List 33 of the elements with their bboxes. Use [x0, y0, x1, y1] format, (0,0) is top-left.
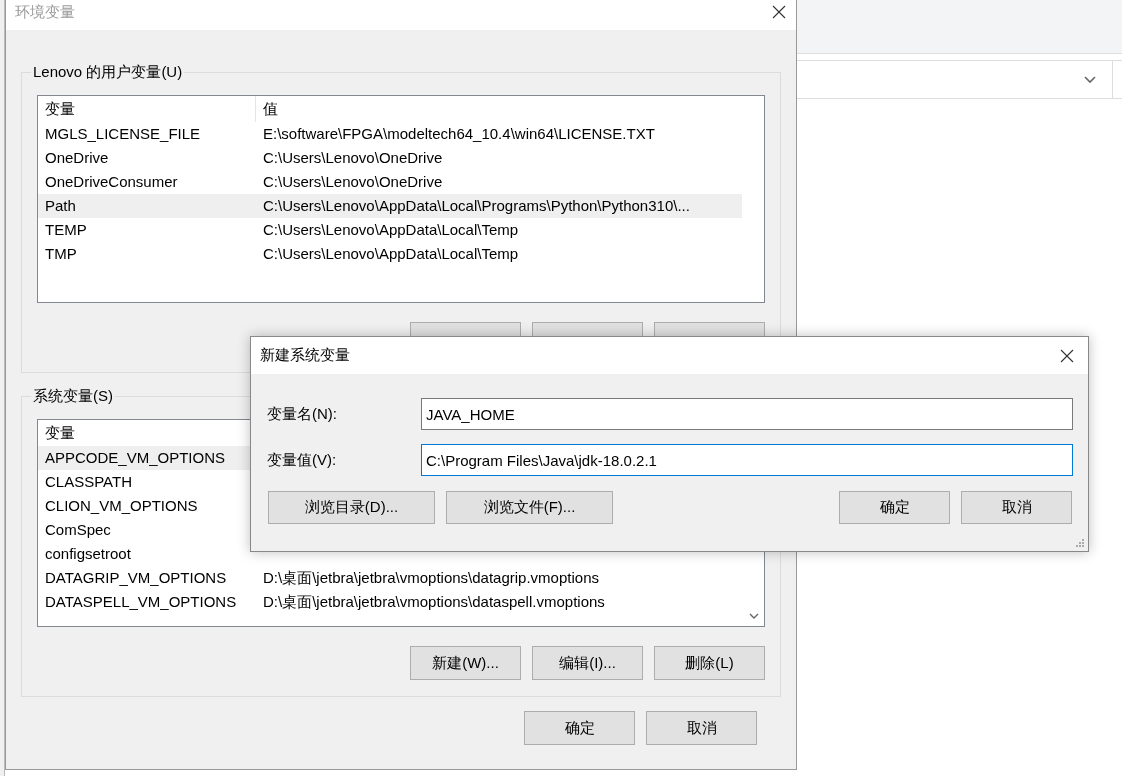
list-row[interactable]: DATAGRIP_VM_OPTIONS D:\桌面\jetbra\jetbra\vmoptions\datagrip.vmoptions [38, 566, 742, 590]
list-view[interactable] [37, 95, 765, 303]
button[interactable]: 删除(L) [654, 646, 765, 680]
input-field[interactable]: JAVA_HOME [421, 398, 1073, 430]
list-row[interactable]: DATASPELL_VM_OPTIONS D:\桌面\jetbra\jetbra\vmoptions\dataspell.vmoptions [38, 590, 742, 614]
close-icon[interactable] [1060, 348, 1074, 363]
dialog-button[interactable]: 确定 [839, 491, 950, 524]
dialog-button[interactable]: 取消 [646, 711, 757, 745]
input-field[interactable]: C:\Program Files\Java\jdk-18.0.2.1 [421, 444, 1073, 476]
scroll-down-icon[interactable] [749, 613, 759, 620]
chevron-down-icon [1084, 75, 1096, 84]
field-label: 变量名(N): [267, 403, 338, 424]
dialog-button[interactable]: 确定 [524, 711, 635, 745]
list-row[interactable]: MGLS_LICENSE_FILE E:\software\FPGA\modeltech64_10.4\win64\LICENSE.TXT [38, 122, 742, 146]
list-row[interactable]: OneDrive C:\Users\Lenovo\OneDrive [38, 146, 742, 170]
list-row[interactable]: TEMP C:\Users\Lenovo\AppData\Local\Temp [38, 218, 742, 242]
group-title: Lenovo 的用户变量(U) [32, 63, 184, 81]
list-row[interactable]: Path C:\Users\Lenovo\AppData\Local\Programs\Python\Python310\... [38, 194, 742, 218]
window-title: 环境变量 [15, 1, 75, 22]
button[interactable]: 新建(W)... [410, 646, 521, 680]
list-row[interactable]: OneDriveConsumer C:\Users\Lenovo\OneDrive [38, 170, 742, 194]
list-row[interactable]: TMP C:\Users\Lenovo\AppData\Local\Temp [38, 242, 742, 266]
close-icon[interactable] [772, 5, 786, 19]
dialog-button[interactable]: 取消 [961, 491, 1072, 524]
browse-button[interactable]: 浏览文件(F)... [446, 491, 613, 524]
group-title: 系统变量(S) [32, 387, 114, 405]
button[interactable]: 编辑(I)... [532, 646, 643, 680]
browse-button[interactable]: 浏览目录(D)... [268, 491, 435, 524]
field-label: 变量值(V): [267, 449, 338, 470]
column-header[interactable]: 变量 [38, 96, 256, 122]
column-header[interactable]: 值 [256, 97, 278, 121]
dialog-title: 新建系统变量 [260, 345, 350, 366]
resize-grip-icon[interactable] [1075, 538, 1085, 548]
